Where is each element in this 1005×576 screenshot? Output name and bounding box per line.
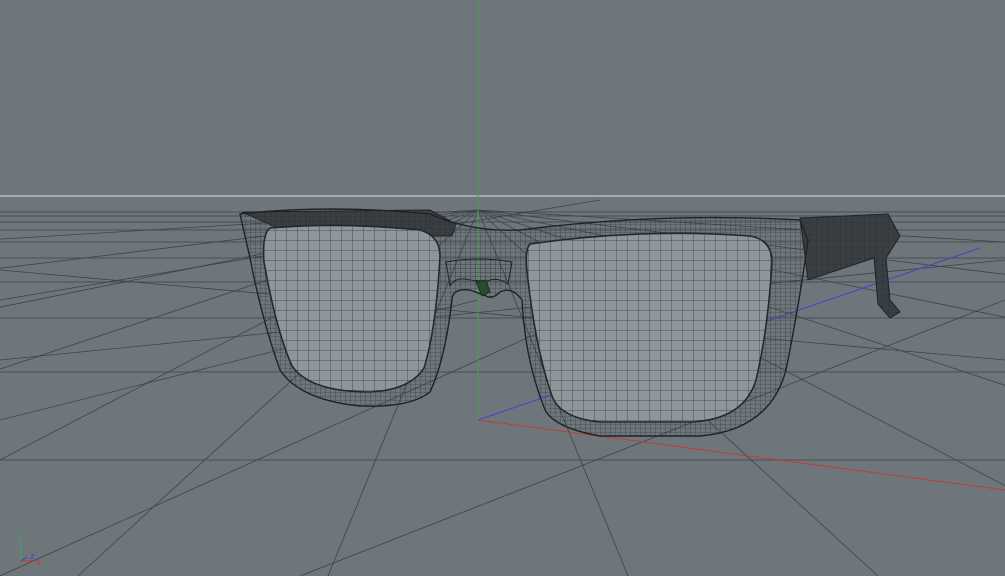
gizmo-y-label: Y — [17, 536, 24, 546]
gizmo-x-label: x — [36, 558, 42, 568]
3d-viewport[interactable]: Y z x — [0, 0, 1005, 576]
gizmo-z-label: z — [30, 552, 35, 562]
